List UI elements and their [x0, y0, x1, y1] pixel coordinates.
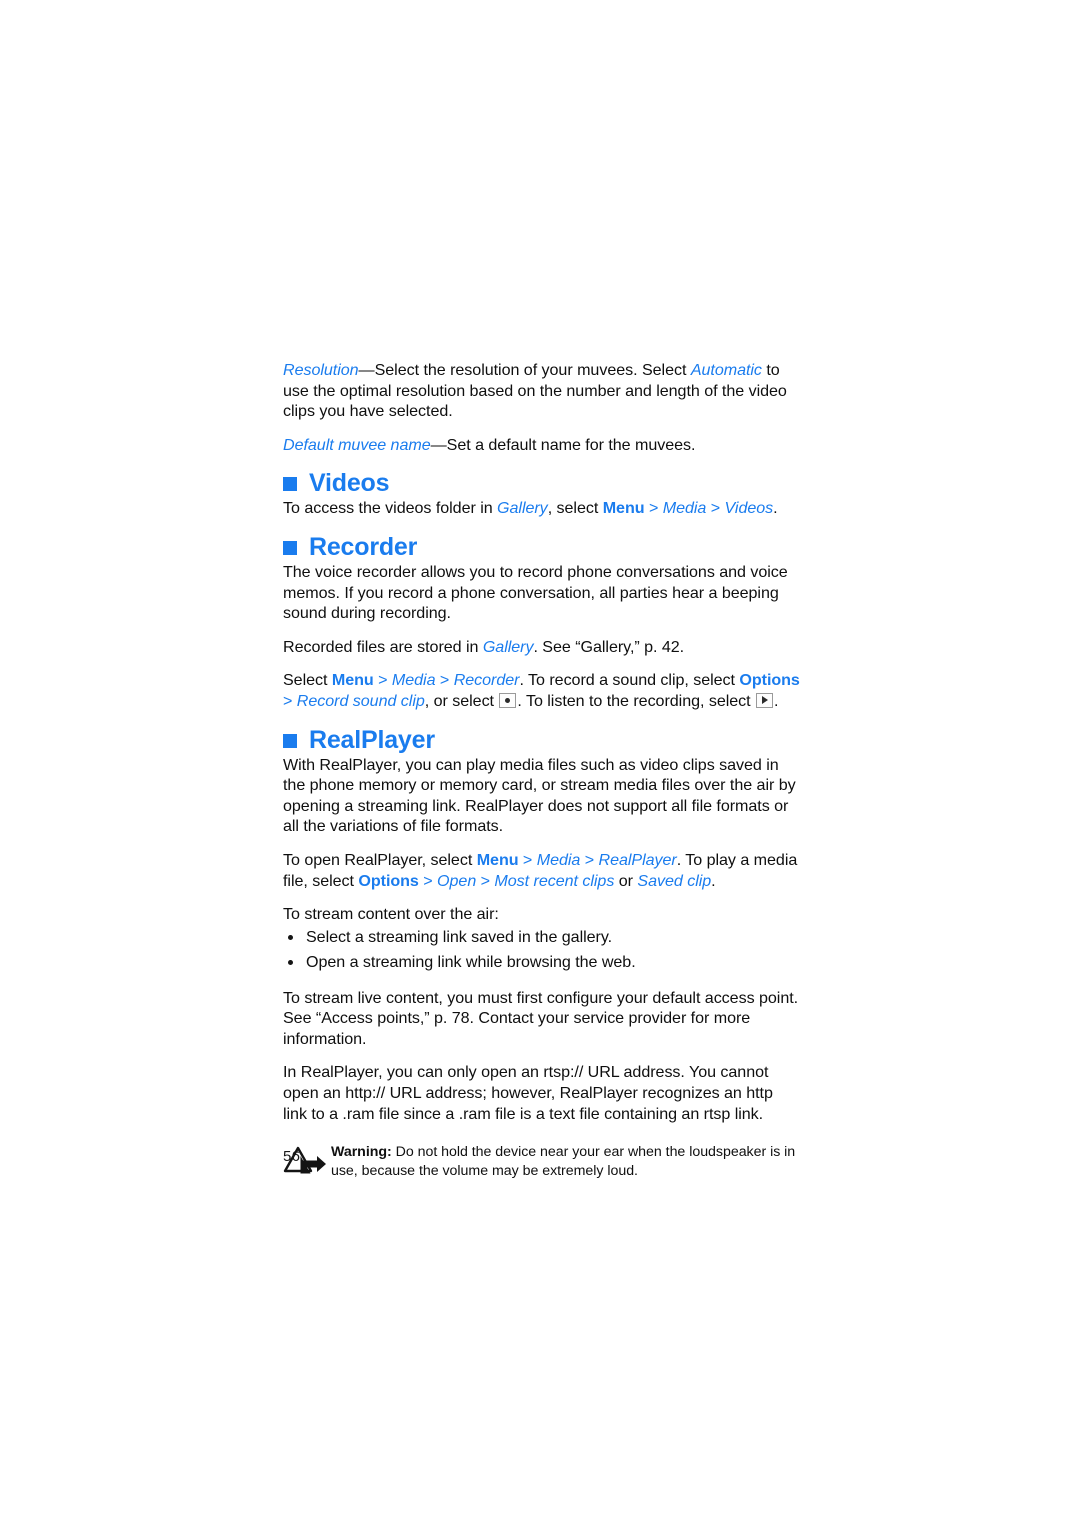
warning-text: Warning: Do not hold the device near you… — [331, 1142, 800, 1181]
page-number: 56 — [283, 1148, 301, 1165]
menu-item-media: Media — [391, 671, 436, 690]
rp-p2-text-1: To open RealPlayer, select — [283, 850, 477, 869]
menu-item-realplayer: RealPlayer — [598, 850, 677, 869]
videos-text-3: . — [773, 499, 778, 518]
heading-label-recorder: Recorder — [309, 532, 418, 561]
record-key-icon — [499, 692, 517, 708]
list-item-label: Open a streaming link while browsing the… — [306, 952, 636, 971]
paragraph-default-muvee-name: Default muvee name—Set a default name fo… — [283, 435, 800, 456]
page-content: Resolution—Select the resolution of your… — [283, 360, 800, 1181]
softkey-options: Options — [358, 871, 419, 890]
videos-text-2: , select — [547, 499, 603, 518]
softkey-menu: Menu — [602, 499, 645, 518]
term-gallery: Gallery — [497, 499, 548, 518]
recorder-p3-text-2: . To record a sound clip, select — [519, 671, 740, 690]
list-item: Select a streaming link saved in the gal… — [283, 925, 800, 950]
recorder-p3-text-5: . — [774, 691, 779, 710]
recorder-p3-text-1: Select — [283, 671, 332, 690]
paragraph-stream-intro: To stream content over the air: — [283, 905, 499, 924]
warning-body: Do not hold the device near your ear whe… — [331, 1144, 796, 1180]
bullet-dot-icon — [288, 959, 293, 965]
dash-resolution: — — [358, 361, 375, 379]
section-heading-realplayer: RealPlayer — [283, 725, 800, 755]
recorder-p2-text-1: Recorded files are stored in — [283, 637, 483, 656]
list-item: Open a streaming link while browsing the… — [283, 950, 800, 975]
separator: > — [418, 871, 438, 890]
term-resolution: Resolution — [283, 361, 359, 379]
separator: > — [476, 871, 495, 890]
default-muvee-name-text: Set a default name for the muvees. — [446, 435, 696, 454]
warning-note: Warning: Do not hold the device near you… — [283, 1142, 800, 1181]
record-dot-glyph — [505, 697, 511, 703]
term-gallery: Gallery — [482, 637, 534, 656]
term-default-muvee-name: Default muvee name — [283, 435, 431, 454]
blue-square-bullet-icon — [283, 540, 297, 555]
separator: > — [706, 499, 725, 518]
paragraph-recorder-1: The voice recorder allows you to record … — [283, 562, 788, 623]
section-heading-recorder: Recorder — [283, 532, 800, 562]
play-key-icon — [756, 692, 774, 708]
paragraph-recorder-2: Recorded files are stored in Gallery. Se… — [283, 637, 800, 658]
separator: > — [283, 691, 297, 710]
play-triangle-glyph — [762, 696, 769, 705]
menu-item-videos: Videos — [724, 499, 774, 518]
menu-item-saved-clip: Saved clip — [637, 871, 712, 890]
softkey-menu: Menu — [331, 671, 374, 690]
rp-p2-text-3: or — [614, 871, 638, 890]
heading-label-videos: Videos — [309, 469, 390, 498]
recorder-p3-text-4: . To listen to the recording, select — [517, 691, 756, 710]
separator: > — [435, 671, 454, 690]
paragraph-recorder-3: Select Menu > Media > Recorder. To recor… — [283, 670, 800, 711]
stream-bullet-list: Select a streaming link saved in the gal… — [283, 925, 800, 975]
paragraph-videos-intro: To access the videos folder in Gallery, … — [283, 498, 800, 519]
manual-page: Resolution—Select the resolution of your… — [0, 0, 1080, 1528]
bullet-dot-icon — [288, 934, 293, 940]
softkey-menu: Menu — [476, 850, 519, 869]
recorder-p2-text-2: . See “Gallery,” p. 42. — [533, 637, 685, 656]
warning-label: Warning: — [331, 1144, 392, 1161]
recorder-p3-text-3: , or select — [424, 691, 499, 710]
softkey-options: Options — [739, 671, 800, 690]
menu-item-media: Media — [536, 850, 581, 869]
separator: > — [644, 499, 663, 518]
paragraph-realplayer-3: To stream live content, you must first c… — [283, 988, 799, 1048]
list-item-label: Select a streaming link saved in the gal… — [306, 927, 613, 946]
paragraph-realplayer-1: With RealPlayer, you can play media file… — [283, 755, 796, 836]
separator: > — [518, 850, 537, 869]
paragraph-realplayer-4: In RealPlayer, you can only open an rtsp… — [283, 1063, 773, 1123]
menu-item-recorder: Recorder — [453, 671, 520, 690]
paragraph-realplayer-2: To open RealPlayer, select Menu > Media … — [283, 850, 800, 891]
menu-item-most-recent-clips: Most recent clips — [494, 871, 615, 890]
separator: > — [373, 671, 392, 690]
heading-label-realplayer: RealPlayer — [309, 725, 435, 754]
rp-p2-text-4: . — [711, 871, 716, 890]
resolution-text-1: Select the resolution of your muvees. Se… — [374, 361, 691, 379]
menu-item-record-sound-clip: Record sound clip — [296, 691, 425, 710]
section-heading-videos: Videos — [283, 468, 800, 498]
term-automatic: Automatic — [690, 361, 762, 379]
menu-item-media: Media — [662, 499, 707, 518]
blue-square-bullet-icon — [283, 733, 297, 748]
paragraph-resolution: Resolution—Select the resolution of your… — [283, 360, 800, 422]
videos-text-1: To access the videos folder in — [283, 499, 498, 518]
menu-item-open: Open — [437, 871, 477, 890]
dash-default-muvee-name: — — [430, 435, 447, 454]
blue-square-bullet-icon — [283, 477, 297, 492]
separator: > — [580, 850, 599, 869]
